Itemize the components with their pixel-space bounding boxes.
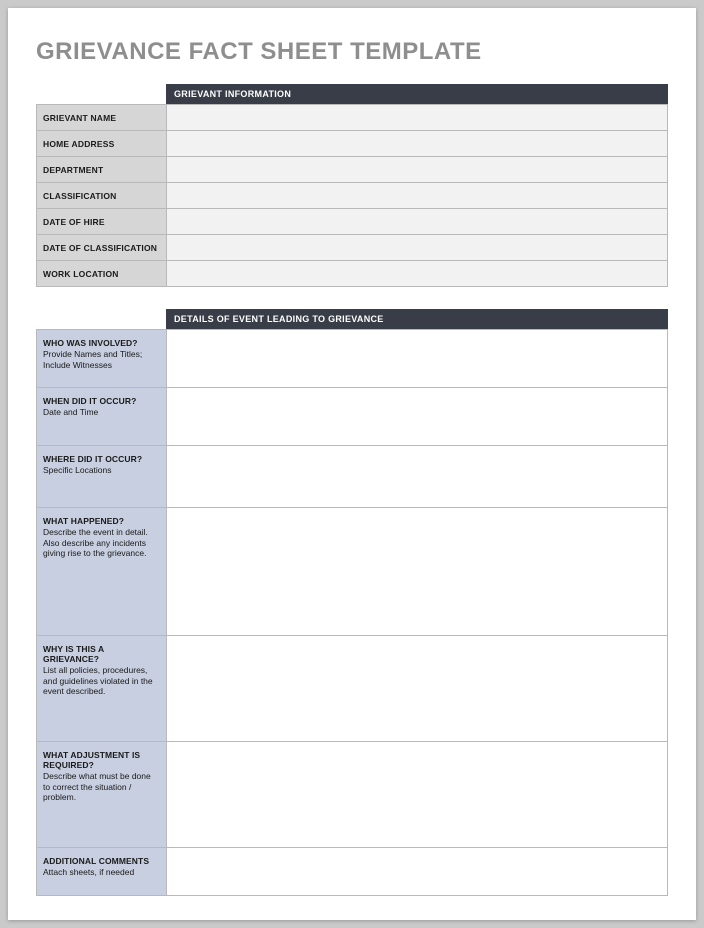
hint-text: Describe what must be done to correct th… (43, 771, 160, 803)
table-row: CLASSIFICATION (37, 183, 668, 209)
label-classification: CLASSIFICATION (37, 183, 167, 209)
document-page: GRIEVANCE FACT SHEET TEMPLATE GRIEVANT I… (8, 8, 696, 920)
label-where-occur: WHERE DID IT OCCUR? Specific Locations (37, 446, 167, 508)
table-row: DEPARTMENT (37, 157, 668, 183)
table-row: HOME ADDRESS (37, 131, 668, 157)
label-work-location: WORK LOCATION (37, 261, 167, 287)
label-department: DEPARTMENT (37, 157, 167, 183)
question-text: WHEN DID IT OCCUR? (43, 396, 160, 406)
hint-text: Date and Time (43, 407, 160, 418)
value-who-involved[interactable] (167, 330, 668, 388)
value-grievant-name[interactable] (167, 105, 668, 131)
table-row: WHAT ADJUSTMENT IS REQUIRED? Describe wh… (37, 742, 668, 848)
question-text: ADDITIONAL COMMENTS (43, 856, 160, 866)
table-row: WHERE DID IT OCCUR? Specific Locations (37, 446, 668, 508)
value-when-occur[interactable] (167, 388, 668, 446)
value-additional-comments[interactable] (167, 848, 668, 896)
label-who-involved: WHO WAS INVOLVED? Provide Names and Titl… (37, 330, 167, 388)
value-home-address[interactable] (167, 131, 668, 157)
value-adjustment[interactable] (167, 742, 668, 848)
value-work-location[interactable] (167, 261, 668, 287)
value-department[interactable] (167, 157, 668, 183)
value-why-grievance[interactable] (167, 636, 668, 742)
hint-text: Describe the event in detail. Also descr… (43, 527, 160, 559)
table-row: WHEN DID IT OCCUR? Date and Time (37, 388, 668, 446)
question-text: WHAT HAPPENED? (43, 516, 160, 526)
table-row: WHO WAS INVOLVED? Provide Names and Titl… (37, 330, 668, 388)
value-date-of-classification[interactable] (167, 235, 668, 261)
table-row: DATE OF CLASSIFICATION (37, 235, 668, 261)
label-additional-comments: ADDITIONAL COMMENTS Attach sheets, if ne… (37, 848, 167, 896)
hint-text: Attach sheets, if needed (43, 867, 160, 878)
value-classification[interactable] (167, 183, 668, 209)
value-where-occur[interactable] (167, 446, 668, 508)
label-when-occur: WHEN DID IT OCCUR? Date and Time (37, 388, 167, 446)
page-title: GRIEVANCE FACT SHEET TEMPLATE (36, 38, 668, 66)
table-row: DATE OF HIRE (37, 209, 668, 235)
table-row: WHAT HAPPENED? Describe the event in det… (37, 508, 668, 636)
table-row: ADDITIONAL COMMENTS Attach sheets, if ne… (37, 848, 668, 896)
label-why-grievance: WHY IS THIS A GRIEVANCE? List all polici… (37, 636, 167, 742)
label-grievant-name: GRIEVANT NAME (37, 105, 167, 131)
grievant-info-table: GRIEVANT NAME HOME ADDRESS DEPARTMENT CL… (36, 104, 668, 287)
value-date-of-hire[interactable] (167, 209, 668, 235)
section-header-grievant-info: GRIEVANT INFORMATION (166, 84, 668, 104)
label-date-of-classification: DATE OF CLASSIFICATION (37, 235, 167, 261)
question-text: WHAT ADJUSTMENT IS REQUIRED? (43, 750, 160, 770)
hint-text: Provide Names and Titles; Include Witnes… (43, 349, 160, 370)
details-table: WHO WAS INVOLVED? Provide Names and Titl… (36, 329, 668, 896)
value-what-happened[interactable] (167, 508, 668, 636)
table-row: WHY IS THIS A GRIEVANCE? List all polici… (37, 636, 668, 742)
label-date-of-hire: DATE OF HIRE (37, 209, 167, 235)
hint-text: Specific Locations (43, 465, 160, 476)
question-text: WHO WAS INVOLVED? (43, 338, 160, 348)
label-home-address: HOME ADDRESS (37, 131, 167, 157)
question-text: WHERE DID IT OCCUR? (43, 454, 160, 464)
hint-text: List all policies, procedures, and guide… (43, 665, 160, 697)
table-row: WORK LOCATION (37, 261, 668, 287)
label-what-happened: WHAT HAPPENED? Describe the event in det… (37, 508, 167, 636)
table-row: GRIEVANT NAME (37, 105, 668, 131)
label-adjustment: WHAT ADJUSTMENT IS REQUIRED? Describe wh… (37, 742, 167, 848)
question-text: WHY IS THIS A GRIEVANCE? (43, 644, 160, 664)
section-header-details: DETAILS OF EVENT LEADING TO GRIEVANCE (166, 309, 668, 329)
